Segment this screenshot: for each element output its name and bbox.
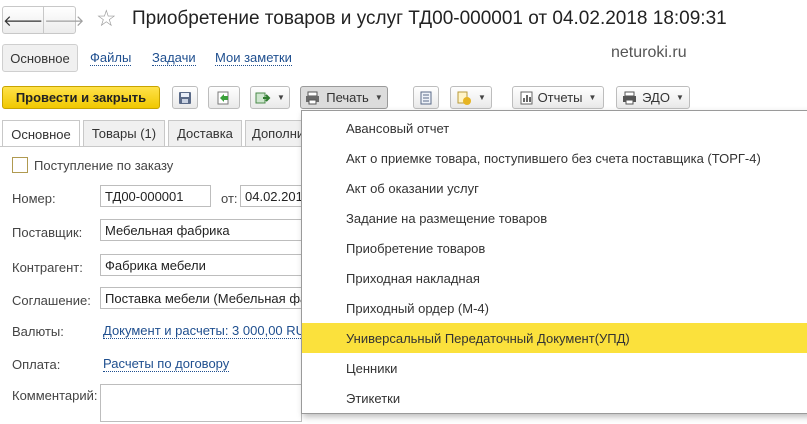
tab-goods[interactable]: Товары (1) <box>83 120 165 146</box>
post-and-close-button[interactable]: Провести и закрыть <box>2 86 160 109</box>
subnav-my-notes[interactable]: Мои заметки <box>215 51 292 66</box>
page-title: Приобретение товаров и услуг ТД00-000001… <box>132 8 727 29</box>
chevron-down-icon: ▼ <box>277 93 285 102</box>
create-based-on-icon <box>255 92 271 103</box>
number-label: Номер: <box>12 191 56 206</box>
payment-label: Оплата: <box>12 357 61 372</box>
print-menu-item[interactable]: Акт об оказании услуг <box>302 173 807 203</box>
tab-delivery[interactable]: Доставка <box>168 120 242 146</box>
save-icon <box>179 91 191 104</box>
agreement-field[interactable]: Поставка мебели (Мебельная фа <box>100 287 302 309</box>
currency-link[interactable]: Документ и расчеты: 3 000,00 RU <box>103 324 306 339</box>
reports-button-label: Отчеты <box>537 90 583 105</box>
print-menu-item[interactable]: Приходная накладная <box>302 263 807 293</box>
structure-icon <box>457 91 472 105</box>
print-menu-item[interactable]: Этикетки <box>302 383 807 413</box>
date-field[interactable]: 04.02.2018 <box>240 185 302 207</box>
tab-additional[interactable]: Дополни <box>245 120 305 146</box>
payment-link[interactable]: Расчеты по договору <box>103 357 230 372</box>
counterparty-field[interactable]: Фабрика мебели <box>100 254 302 276</box>
edo-icon <box>623 91 637 104</box>
chevron-down-icon: ▼ <box>478 93 486 102</box>
print-menu: Авансовый отчет Акт о приемке товара, пос… <box>301 110 807 414</box>
post-button[interactable] <box>208 86 240 109</box>
subnav-tasks[interactable]: Задачи <box>152 51 196 66</box>
on-order-checkbox[interactable] <box>12 157 28 173</box>
subnav-main[interactable]: Основное <box>2 44 78 72</box>
create-based-on-button[interactable]: ▼ <box>250 86 290 109</box>
document-journal-button[interactable] <box>413 86 439 109</box>
navigation-arrows: 🡐 🡒 <box>2 6 84 34</box>
print-menu-item[interactable]: Задание на размещение товаров <box>302 203 807 233</box>
counterparty-label: Контрагент: <box>12 260 83 275</box>
edo-button-label: ЭДО <box>642 90 670 105</box>
print-button[interactable]: Печать ▼ <box>300 86 388 109</box>
reports-icon <box>520 91 533 104</box>
comment-label: Комментарий: <box>12 388 98 403</box>
date-label: от: <box>221 191 238 206</box>
structure-button[interactable]: ▼ <box>450 86 492 109</box>
chevron-down-icon: ▼ <box>588 93 597 102</box>
back-arrow-icon[interactable]: 🡐 <box>3 7 43 33</box>
currency-label: Валюты: <box>12 324 64 339</box>
supplier-field[interactable]: Мебельная фабрика <box>100 219 302 241</box>
edo-button[interactable]: ЭДО ▼ <box>616 86 690 109</box>
on-order-label: Поступление по заказу <box>34 158 174 173</box>
print-menu-item[interactable]: Акт о приемке товара, поступившего без с… <box>302 143 807 173</box>
print-button-label: Печать <box>326 90 369 105</box>
print-menu-item[interactable]: Приобретение товаров <box>302 233 807 263</box>
subnav-files[interactable]: Файлы <box>90 51 132 66</box>
forward-arrow-icon[interactable]: 🡒 <box>43 7 84 33</box>
print-menu-item[interactable]: Универсальный Передаточный Документ(УПД) <box>302 323 807 353</box>
chevron-down-icon: ▼ <box>374 93 383 102</box>
watermark: neturoki.ru <box>611 44 687 61</box>
print-menu-item[interactable]: Авансовый отчет <box>302 113 807 143</box>
save-button[interactable] <box>172 86 198 109</box>
journal-icon <box>420 91 432 104</box>
print-menu-item[interactable]: Приходный ордер (М-4) <box>302 293 807 323</box>
favorite-star-icon[interactable]: ☆ <box>96 5 117 31</box>
printer-icon <box>306 91 320 104</box>
comment-field[interactable] <box>100 384 302 422</box>
reports-button[interactable]: Отчеты ▼ <box>512 86 604 109</box>
agreement-label: Соглашение: <box>12 293 91 308</box>
tab-main[interactable]: Основное <box>2 120 80 147</box>
number-field[interactable]: ТД00-000001 <box>100 185 211 207</box>
print-menu-item[interactable]: Ценники <box>302 353 807 383</box>
supplier-label: Поставщик: <box>12 225 83 240</box>
post-document-icon <box>217 91 229 104</box>
chevron-down-icon: ▼ <box>675 93 684 102</box>
